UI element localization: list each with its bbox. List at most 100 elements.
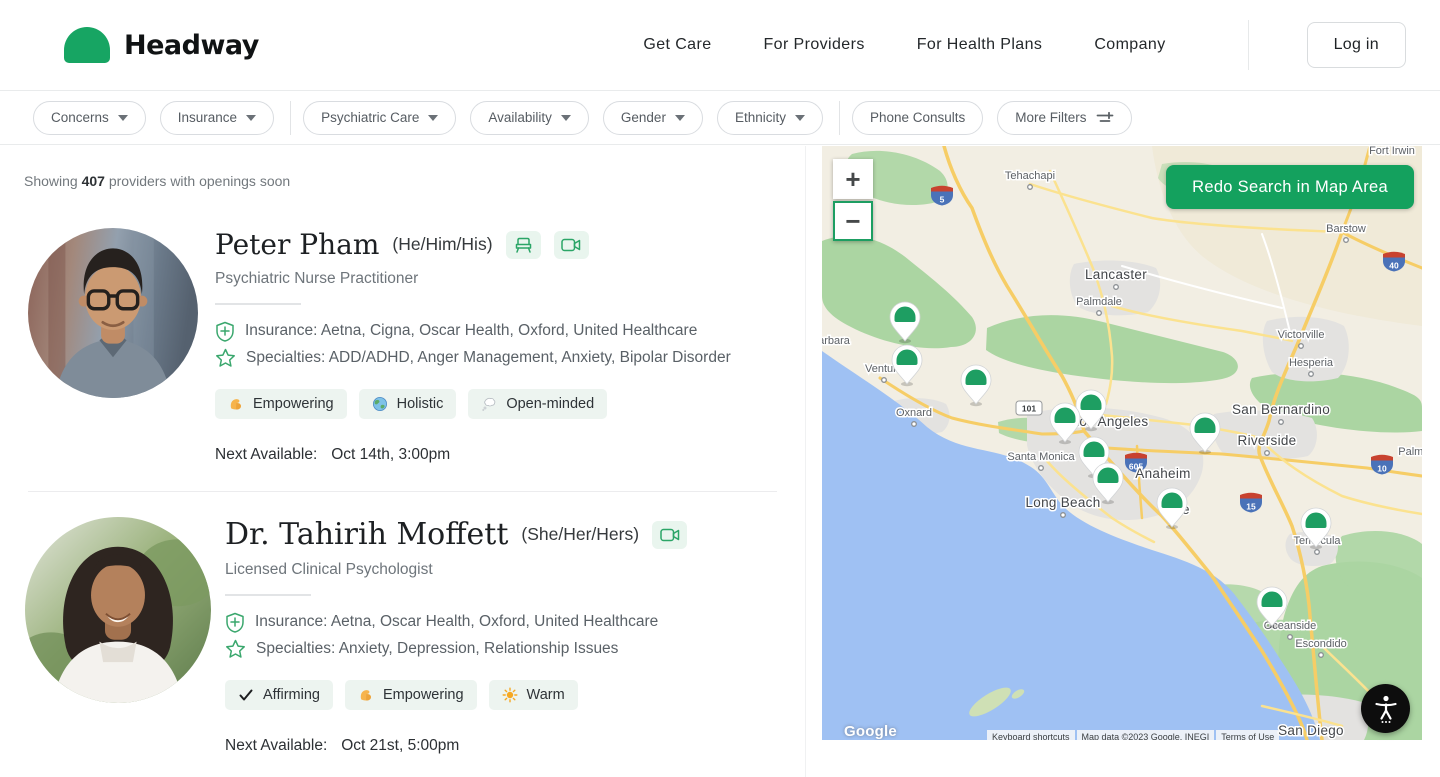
filter-bar: Concerns Insurance Psychiatric Care Avai… <box>0 91 1440 145</box>
avatar-illustration <box>25 517 211 703</box>
map-label-palm-s: Palm S <box>1398 446 1422 458</box>
check-icon <box>238 687 254 703</box>
map-town-dot <box>882 378 887 383</box>
google-logo[interactable]: Google <box>844 723 897 740</box>
accessibility-widget-button[interactable] <box>1361 684 1410 733</box>
zoom-in-button[interactable]: + <box>833 159 873 199</box>
map-town-dot <box>1114 285 1119 290</box>
map-town-dot <box>1061 513 1066 518</box>
provider-pronouns: (She/Her/Hers) <box>521 524 639 545</box>
filter-availability-label: Availability <box>488 110 552 125</box>
provider-name[interactable]: Peter Pham <box>215 228 379 261</box>
shield-plus-icon <box>215 321 235 343</box>
chevron-down-icon <box>246 115 256 121</box>
next-available-label: Next Available: <box>215 446 317 464</box>
next-available-row: Next Available: Oct 21st, 5:00pm <box>225 737 687 755</box>
in-person-badge <box>506 231 541 259</box>
keyboard-shortcuts-link[interactable]: Keyboard shortcuts <box>987 730 1075 740</box>
insurance-list: Aetna, Oscar Health, Oxford, United Heal… <box>331 613 658 630</box>
provider-pronouns: (He/Him/His) <box>392 234 492 255</box>
chevron-down-icon <box>675 115 685 121</box>
insurance-row: Insurance: Aetna, Cigna, Oscar Health, O… <box>215 318 731 344</box>
map-town-dot <box>1097 311 1102 316</box>
chevron-down-icon <box>428 115 438 121</box>
map-town-dot <box>1039 466 1044 471</box>
filter-concerns[interactable]: Concerns <box>33 101 146 135</box>
star-icon <box>225 639 246 659</box>
next-available-value: Oct 14th, 3:00pm <box>331 446 450 464</box>
tag-holistic: Holistic <box>359 389 457 419</box>
map-label-riverside: Riverside <box>1238 433 1297 448</box>
card-separator <box>28 491 777 492</box>
filter-lines-icon <box>1096 111 1114 125</box>
map-town-dot <box>1319 653 1324 658</box>
filter-psychiatric-care-label: Psychiatric Care <box>321 110 419 125</box>
filter-more-filters[interactable]: More Filters <box>997 101 1131 135</box>
nav-for-health-plans[interactable]: For Health Plans <box>917 36 1043 54</box>
svg-text:101: 101 <box>1022 404 1036 414</box>
filter-psychiatric-care[interactable]: Psychiatric Care <box>303 101 456 135</box>
map-label-escondido: Escondido <box>1295 638 1346 650</box>
filter-divider <box>839 101 840 135</box>
results-count-line: Showing 407 providers with openings soon <box>24 173 805 189</box>
specialties-list: Anxiety, Depression, Relationship Issues <box>339 640 619 657</box>
zoom-out-button[interactable]: − <box>833 201 873 241</box>
nav-divider <box>1248 20 1249 70</box>
nav-for-providers[interactable]: For Providers <box>764 36 865 54</box>
map-label-santa-monica: Santa Monica <box>1007 451 1075 463</box>
personality-tags: Empowering Holistic Open-minded <box>215 389 731 419</box>
specialties-label: Specialties: <box>246 349 325 366</box>
map-label-fort-irwin: Fort Irwin <box>1369 146 1415 157</box>
tag-empowering: Empowering <box>215 389 347 419</box>
tag-label: Open-minded <box>506 396 594 412</box>
map-town-dot <box>1309 372 1314 377</box>
filter-divider <box>290 101 291 135</box>
brand-name: Headway <box>124 30 259 61</box>
video-camera-icon <box>561 238 581 252</box>
personality-tags: Affirming Empowering Warm <box>225 680 687 710</box>
filter-insurance[interactable]: Insurance <box>160 101 274 135</box>
map-label-san-bernardino: San Bernardino <box>1232 402 1330 417</box>
specialties-row: Specialties: ADD/ADHD, Anger Management,… <box>215 345 731 371</box>
filter-phone-consults[interactable]: Phone Consults <box>852 101 983 135</box>
map-label-oxnard: Oxnard <box>896 407 932 419</box>
filter-ethnicity[interactable]: Ethnicity <box>717 101 823 135</box>
provider-avatar[interactable] <box>28 228 198 398</box>
svg-text:15: 15 <box>1246 502 1256 512</box>
map-label-barstow: Barstow <box>1326 223 1366 235</box>
filter-availability[interactable]: Availability <box>470 101 589 135</box>
provider-card-peter-pham[interactable]: Peter Pham (He/Him/His) <box>28 228 805 464</box>
tag-label: Holistic <box>397 396 444 412</box>
map[interactable]: 5401016051015 Fort IrwinTehachapiBarstow… <box>822 146 1422 740</box>
redo-search-button[interactable]: Redo Search in Map Area <box>1166 165 1414 209</box>
provider-card-tahirih-moffett[interactable]: Dr. Tahirih Moffett (She/Her/Hers) Licen… <box>28 517 805 755</box>
provider-title: Licensed Clinical Psychologist <box>225 561 687 579</box>
globe-icon <box>372 396 388 412</box>
tag-open-minded: Open-minded <box>468 389 607 419</box>
terms-link[interactable]: Terms of Use <box>1216 730 1279 740</box>
login-button[interactable]: Log in <box>1307 22 1406 68</box>
filter-gender[interactable]: Gender <box>603 101 703 135</box>
filter-phone-consults-label: Phone Consults <box>870 110 965 125</box>
map-label-hesperia: Hesperia <box>1289 357 1334 369</box>
map-town-dot <box>1344 238 1349 243</box>
nav-company[interactable]: Company <box>1094 36 1165 54</box>
map-canvas[interactable]: 5401016051015 Fort IrwinTehachapiBarstow… <box>822 146 1422 740</box>
map-label-anaheim: Anaheim <box>1135 466 1190 481</box>
headway-logo[interactable]: Headway <box>64 27 259 63</box>
video-badge <box>554 231 589 259</box>
thought-bubble-icon <box>481 396 497 412</box>
map-town-dot <box>912 422 917 427</box>
tag-label: Empowering <box>253 396 334 412</box>
map-label-long-beach: Long Beach <box>1025 495 1100 510</box>
insurance-row: Insurance: Aetna, Oscar Health, Oxford, … <box>225 609 687 635</box>
provider-avatar[interactable] <box>25 517 211 703</box>
header: Headway Get Care For Providers For Healt… <box>0 0 1440 91</box>
provider-name[interactable]: Dr. Tahirih Moffett <box>225 517 508 552</box>
filter-gender-label: Gender <box>621 110 666 125</box>
muscle-icon <box>358 687 374 703</box>
specialties-list: ADD/ADHD, Anger Management, Anxiety, Bip… <box>329 349 731 366</box>
nav-get-care[interactable]: Get Care <box>643 36 711 54</box>
insurance-list: Aetna, Cigna, Oscar Health, Oxford, Unit… <box>321 322 698 339</box>
svg-text:10: 10 <box>1377 464 1387 474</box>
